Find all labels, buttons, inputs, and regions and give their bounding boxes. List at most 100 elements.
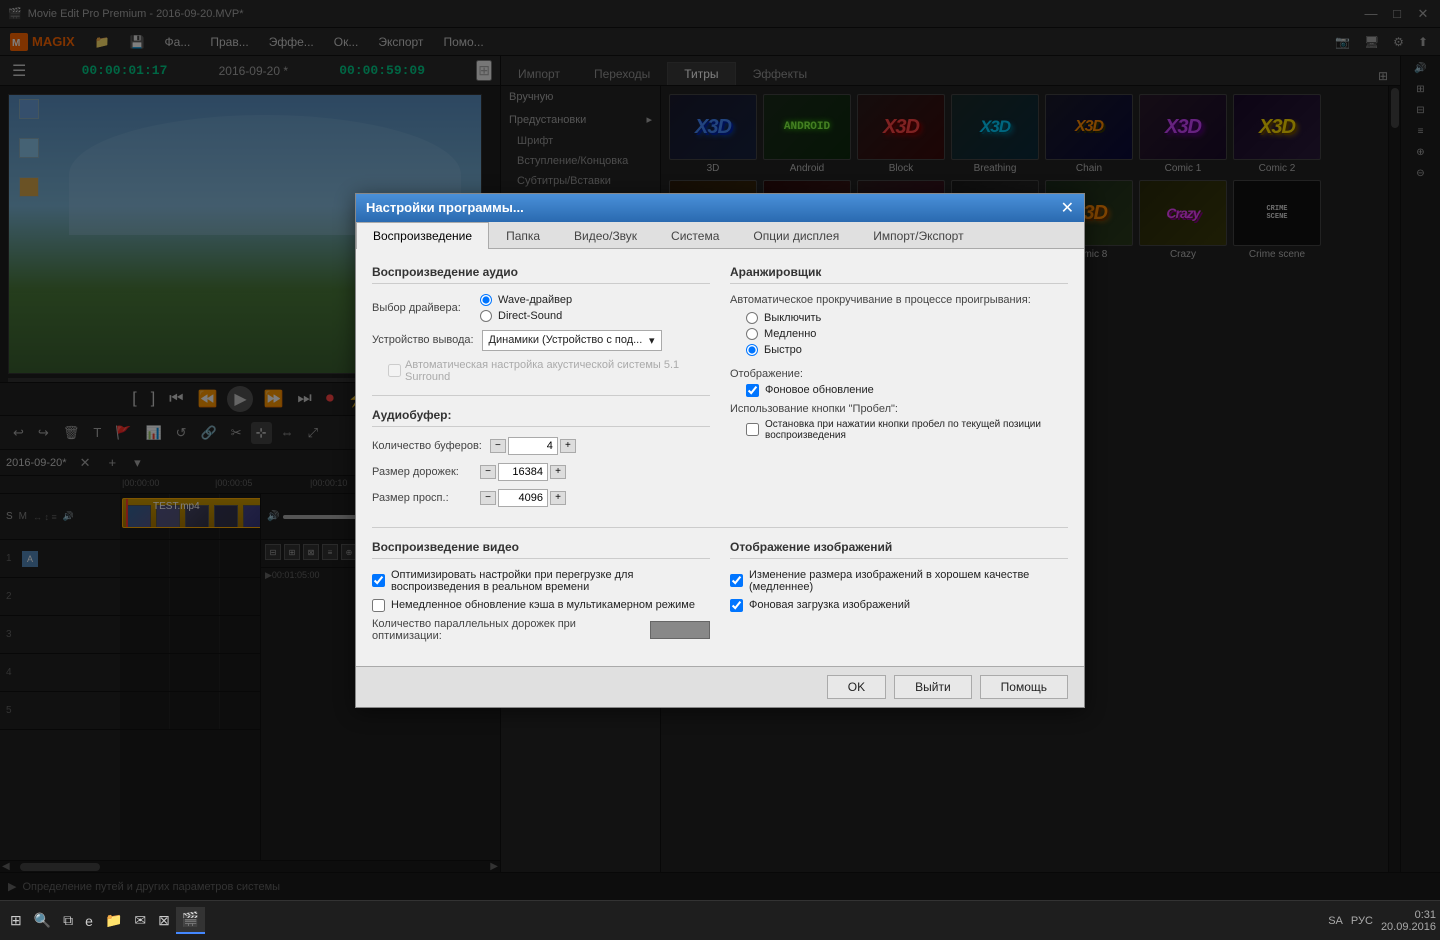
- dialog-close-btn[interactable]: ✕: [1061, 198, 1074, 218]
- buffer-count-inc[interactable]: +: [560, 439, 576, 453]
- gap-size-dec[interactable]: −: [480, 491, 496, 505]
- scroll-fast-radio[interactable]: [746, 344, 758, 356]
- taskbar-date: 20.09.2016: [1381, 921, 1436, 933]
- settings-dialog: Настройки программы... ✕ Воспроизведение…: [355, 193, 1085, 708]
- surround-label: Автоматическая настройка акустической си…: [405, 359, 710, 383]
- images-display-col: Отображение изображений Изменение размер…: [730, 540, 1068, 650]
- parallel-tracks-row: Количество параллельных дорожек при опти…: [372, 618, 710, 642]
- buffer-count-spin: − +: [490, 437, 576, 455]
- buffer-count-label: Количество буферов:: [372, 440, 482, 452]
- parallel-tracks-input[interactable]: [650, 621, 710, 639]
- scroll-slow-label: Медленно: [764, 328, 816, 340]
- task-view-btn[interactable]: ⧉: [57, 908, 79, 933]
- optimize-rt-checkbox[interactable]: [372, 574, 385, 587]
- radio-wave-input[interactable]: [480, 294, 492, 306]
- arranger-title: Аранжировщик: [730, 265, 1068, 284]
- taskbar-datetime: 0:31 20.09.2016: [1381, 909, 1436, 933]
- track-size-dec[interactable]: −: [480, 465, 496, 479]
- taskbar-time: 0:31: [1415, 909, 1436, 921]
- radio-wave: Wave-драйвер: [480, 294, 572, 306]
- bg-update-checkbox[interactable]: [746, 384, 759, 397]
- buffer-count-row: Количество буферов: − +: [372, 437, 710, 455]
- dialog-tabs: Воспроизведение Папка Видео/Звук Система…: [356, 222, 1084, 249]
- gap-size-inc[interactable]: +: [550, 491, 566, 505]
- mail-btn[interactable]: ✉: [128, 908, 152, 933]
- dialog-tab-folder[interactable]: Папка: [489, 222, 557, 249]
- device-value: Динамики (Устройство с под...: [489, 334, 643, 346]
- start-btn[interactable]: ⊞: [4, 908, 28, 933]
- buffer-count-dec[interactable]: −: [490, 439, 506, 453]
- track-size-input[interactable]: [498, 463, 548, 481]
- scroll-off-radio[interactable]: [746, 312, 758, 324]
- spacebar-label: Использование кнопки "Пробел":: [730, 403, 1068, 415]
- bg-load-row: Фоновая загрузка изображений: [730, 599, 1068, 612]
- track-size-spin: − +: [480, 463, 566, 481]
- driver-label: Выбор драйвера:: [372, 302, 472, 314]
- resize-quality-row: Изменение размера изображений в хорошем …: [730, 569, 1068, 593]
- display-section: Отображение: Фоновое обновление: [730, 366, 1068, 397]
- ok-btn[interactable]: OK: [827, 675, 886, 699]
- gap-size-label: Размер просп.:: [372, 492, 472, 504]
- gap-size-spin: − +: [480, 489, 566, 507]
- gap-size-row: Размер просп.: − +: [372, 489, 710, 507]
- edge-btn[interactable]: e: [79, 909, 99, 933]
- radio-direct-input[interactable]: [480, 310, 492, 322]
- scroll-fast-item: Быстро: [746, 344, 1068, 356]
- audio-section-title: Воспроизведение аудио: [372, 265, 710, 284]
- dialog-content: Воспроизведение аудио Выбор драйвера: Wa…: [356, 249, 1084, 666]
- bg-load-checkbox[interactable]: [730, 599, 743, 612]
- taskbar-language: РУС: [1351, 915, 1373, 927]
- optimize-rt-row: Оптимизировать настройки при перегрузке …: [372, 569, 710, 593]
- dialog-tab-video[interactable]: Видео/Звук: [557, 222, 654, 249]
- spacebar-section: Использование кнопки "Пробел": Остановка…: [730, 403, 1068, 441]
- resize-quality-label: Изменение размера изображений в хорошем …: [749, 569, 1068, 593]
- radio-direct-label: Direct-Sound: [498, 310, 562, 322]
- scroll-slow-radio[interactable]: [746, 328, 758, 340]
- scroll-off-item: Выключить: [746, 312, 1068, 324]
- driver-row: Выбор драйвера: Wave-драйвер Direct-Soun…: [372, 294, 710, 322]
- spacebar-desc: Остановка при нажатии кнопки пробел по т…: [765, 419, 1068, 441]
- winstore-btn[interactable]: ⊠: [152, 908, 176, 933]
- resize-quality-checkbox[interactable]: [730, 574, 743, 587]
- help-btn[interactable]: Помощь: [980, 675, 1068, 699]
- scroll-off-label: Выключить: [764, 312, 821, 324]
- explorer-btn[interactable]: 📁: [99, 908, 128, 933]
- arranger-col: Аранжировщик Автоматическое прокручивани…: [730, 265, 1068, 515]
- spacebar-desc-row: Остановка при нажатии кнопки пробел по т…: [746, 419, 1068, 441]
- gap-size-input[interactable]: [498, 489, 548, 507]
- bg-load-label: Фоновая загрузка изображений: [749, 599, 910, 611]
- fast-update-checkbox[interactable]: [372, 599, 385, 612]
- driver-radio-group: Wave-драйвер Direct-Sound: [480, 294, 572, 322]
- search-btn[interactable]: 🔍: [28, 908, 57, 933]
- optimize-rt-label: Оптимизировать настройки при перегрузке …: [391, 569, 710, 593]
- radio-wave-label: Wave-драйвер: [498, 294, 572, 306]
- parallel-tracks-label: Количество параллельных дорожек при опти…: [372, 618, 642, 642]
- buffer-count-input[interactable]: [508, 437, 558, 455]
- auto-scroll-group: Выключить Медленно Быстро: [746, 312, 1068, 356]
- scroll-fast-label: Быстро: [764, 344, 802, 356]
- cancel-btn[interactable]: Выйти: [894, 675, 972, 699]
- app-running-btn[interactable]: 🎬: [176, 907, 205, 934]
- dialog-overlay: Настройки программы... ✕ Воспроизведение…: [0, 0, 1440, 900]
- taskbar: ⊞ 🔍 ⧉ e 📁 ✉ ⊠ 🎬 SA РУС 0:31 20.09.2016: [0, 900, 1440, 940]
- dialog-bottom-section: Воспроизведение видео Оптимизировать нас…: [372, 540, 1068, 650]
- auto-scroll-label: Автоматическое прокручивание в процессе …: [730, 294, 1068, 306]
- track-size-inc[interactable]: +: [550, 465, 566, 479]
- display-label: Отображение:: [730, 368, 803, 380]
- audiobuffer-label: Аудиобуфер:: [372, 408, 710, 427]
- spacebar-checkbox[interactable]: [746, 423, 759, 436]
- bg-update-row: Фоновое обновление: [746, 384, 1068, 397]
- dialog-tab-display[interactable]: Опции дисплея: [736, 222, 856, 249]
- dialog-tab-system[interactable]: Система: [654, 222, 736, 249]
- dialog-tab-playback[interactable]: Воспроизведение: [356, 222, 489, 249]
- dialog-tab-importexport[interactable]: Импорт/Экспорт: [856, 222, 980, 249]
- device-select[interactable]: Динамики (Устройство с под... ▾: [482, 330, 662, 351]
- bg-update-label: Фоновое обновление: [765, 384, 874, 396]
- fast-update-row: Немедленное обновление кэша в мультикаме…: [372, 599, 710, 612]
- surround-checkbox[interactable]: [388, 364, 401, 377]
- dialog-titlebar: Настройки программы... ✕: [356, 194, 1084, 222]
- fast-update-label: Немедленное обновление кэша в мультикаме…: [391, 599, 695, 611]
- taskbar-right: SA РУС 0:31 20.09.2016: [1328, 909, 1436, 933]
- radio-direct: Direct-Sound: [480, 310, 572, 322]
- surround-row: Автоматическая настройка акустической си…: [388, 359, 710, 383]
